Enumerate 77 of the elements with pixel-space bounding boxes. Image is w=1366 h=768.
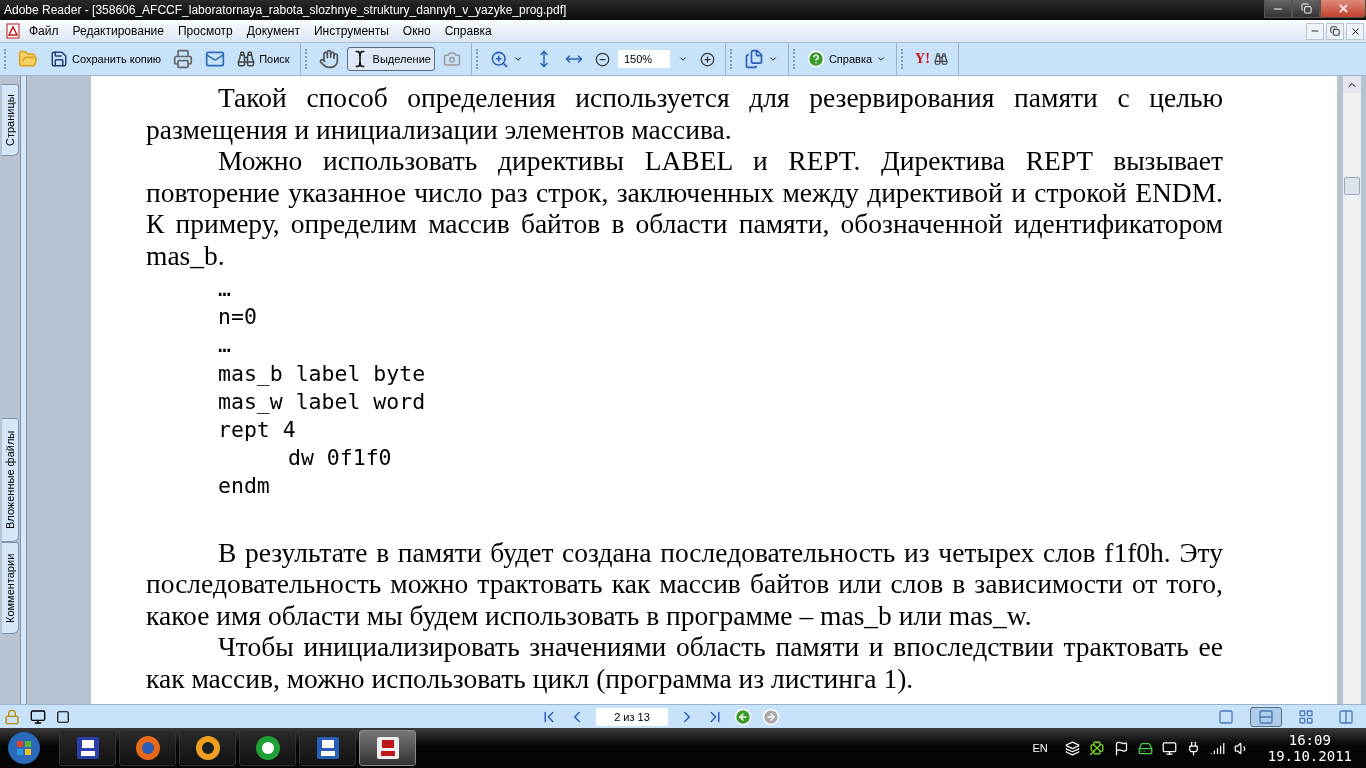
search-button[interactable]: Поиск <box>233 47 294 71</box>
taskbar-app-button[interactable] <box>239 730 296 766</box>
clock[interactable]: 16:09 19.10.2011 <box>1267 732 1352 764</box>
binoculars-icon <box>237 50 256 68</box>
page-layout-icon <box>1298 708 1314 725</box>
paragraph: В результате в памяти будет создана последовательность из четырех слов f1f0h. Эту последовательность можно трактовать как массив байтов или слов в зависимости от того, какое имя области мы будем использовать в программе – mas_b или mas_w. <box>146 536 1223 632</box>
taskbar-app-button[interactable] <box>59 730 116 766</box>
camera-icon <box>442 50 461 68</box>
restore-icon <box>1330 26 1340 36</box>
side-panel-tab[interactable]: Страницы <box>2 84 19 156</box>
binoculars-icon <box>933 52 948 66</box>
paragraph: Чтобы инициализировать значениями область памяти и впоследствии трактовать ее как массив, можно использовать цикл (программа из листинга 1). <box>146 631 1223 695</box>
network-icon[interactable] <box>1161 740 1177 756</box>
menu-item[interactable]: Инструменты <box>307 24 396 38</box>
flower-icon[interactable] <box>1088 740 1105 756</box>
page-layout-icon <box>1258 708 1274 725</box>
select-tool-button[interactable]: Выделение <box>346 47 435 71</box>
code-line: … <box>218 275 232 303</box>
code-line: mas_w label word <box>218 387 427 416</box>
page-layout-button[interactable] <box>1250 706 1282 727</box>
plus-icon <box>699 51 715 67</box>
page-button[interactable] <box>56 709 70 724</box>
caret-icon <box>876 54 887 64</box>
side-panel-tab[interactable]: Вложенные файлы <box>2 418 19 542</box>
zoom-field[interactable]: 150% <box>617 50 670 68</box>
caret-icon <box>512 54 523 64</box>
menu-item[interactable]: Справка <box>437 24 499 38</box>
code-line: … <box>218 331 232 360</box>
code-line: n=0 <box>218 303 258 332</box>
monitor-button[interactable] <box>30 708 46 725</box>
back-button[interactable] <box>734 707 752 726</box>
lock-icon <box>4 708 20 725</box>
help-icon <box>806 50 825 68</box>
hand-icon <box>318 49 339 69</box>
restore-button[interactable] <box>1292 0 1320 18</box>
save-copy-button[interactable]: Сохранить копию <box>46 47 166 71</box>
page-layout-icon <box>1338 708 1354 725</box>
flag-icon[interactable] <box>1113 740 1129 756</box>
restore-icon <box>1300 3 1312 14</box>
taskbar-app-button[interactable] <box>179 730 236 766</box>
page-number-field[interactable]: 2 из 13 <box>596 707 668 726</box>
menu-item[interactable]: Документ <box>239 24 307 38</box>
caret-icon <box>767 54 778 64</box>
paragraph: Можно использовать директивы LABEL и REPT. Директива REPT вызывает повторение указанное число раз строк, заключенных между директивой и строкой ENDM. К примеру, определим массив байтов в области памяти, обозначенной идентификатором mas_b. <box>146 145 1223 271</box>
taskbar-app-button[interactable] <box>299 730 356 766</box>
page-layout-icon <box>1218 708 1234 725</box>
magnifier-icon <box>489 49 509 69</box>
close-icon <box>1349 25 1361 37</box>
close-icon <box>1336 2 1350 15</box>
code-line: mas_b label byte <box>218 359 427 388</box>
close-button[interactable] <box>1346 22 1364 40</box>
printer-icon <box>173 49 194 69</box>
taskbar-app-button[interactable] <box>119 730 176 766</box>
menu-item[interactable]: Окно <box>395 24 438 38</box>
window-title: Adobe Reader - [358606_AFCCF_laboratornaya_rabota_slozhnye_struktury_dannyh_v_yazyke_prog.pdf] <box>4 3 567 17</box>
menu-item[interactable]: Файл <box>22 24 66 38</box>
yahoo-search-button[interactable]: Y! <box>911 47 952 71</box>
scrollbar[interactable] <box>1343 76 1361 704</box>
signal-icon[interactable] <box>1209 740 1225 756</box>
help-button[interactable]: Справка <box>802 47 891 71</box>
code-line: dw 0f1f0 <box>287 444 393 473</box>
caret-icon <box>677 54 688 64</box>
taskbar-app-button[interactable] <box>359 730 416 766</box>
restore-button[interactable] <box>1326 22 1344 40</box>
pages-icon <box>743 49 764 69</box>
code-line: rept 4 <box>218 416 297 444</box>
code-line: endm <box>218 472 271 501</box>
folder-icon <box>18 49 38 69</box>
scroll-thumb[interactable] <box>1344 177 1360 195</box>
minus-icon <box>594 51 610 67</box>
minimize-button[interactable] <box>1264 0 1292 18</box>
menu-item[interactable]: Просмотр <box>170 24 240 38</box>
menu-item[interactable]: Редактирование <box>65 24 171 38</box>
language-indicator[interactable]: EN <box>1032 742 1048 754</box>
paragraph: Такой способ определения используется для резервирования памяти с целью размещения и инициализации элементов массива. <box>146 82 1223 145</box>
side-panel-tab[interactable]: Комментарии <box>2 542 19 634</box>
envelope-icon <box>205 49 226 69</box>
